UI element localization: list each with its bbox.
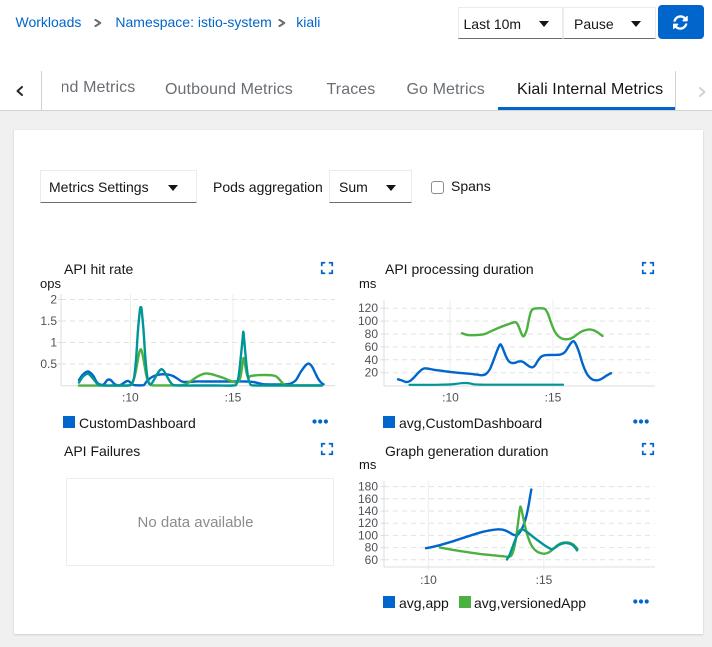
svg-text:120: 120: [358, 301, 378, 315]
svg-text:1.5: 1.5: [40, 314, 57, 328]
svg-text::10: :10: [420, 573, 437, 587]
svg-text:60: 60: [365, 553, 379, 567]
svg-text::10: :10: [122, 391, 139, 405]
svg-text:80: 80: [365, 327, 379, 341]
svg-text:1: 1: [50, 336, 57, 350]
svg-text:20: 20: [365, 366, 379, 380]
svg-text::15: :15: [545, 391, 562, 405]
svg-text::15: :15: [225, 391, 242, 405]
svg-text:40: 40: [365, 353, 379, 367]
svg-text::15: :15: [536, 573, 553, 587]
svg-text:60: 60: [365, 340, 379, 354]
svg-text:2: 2: [50, 293, 57, 307]
svg-text::10: :10: [442, 391, 459, 405]
svg-text:0.5: 0.5: [40, 357, 57, 371]
svg-text:100: 100: [358, 314, 378, 328]
